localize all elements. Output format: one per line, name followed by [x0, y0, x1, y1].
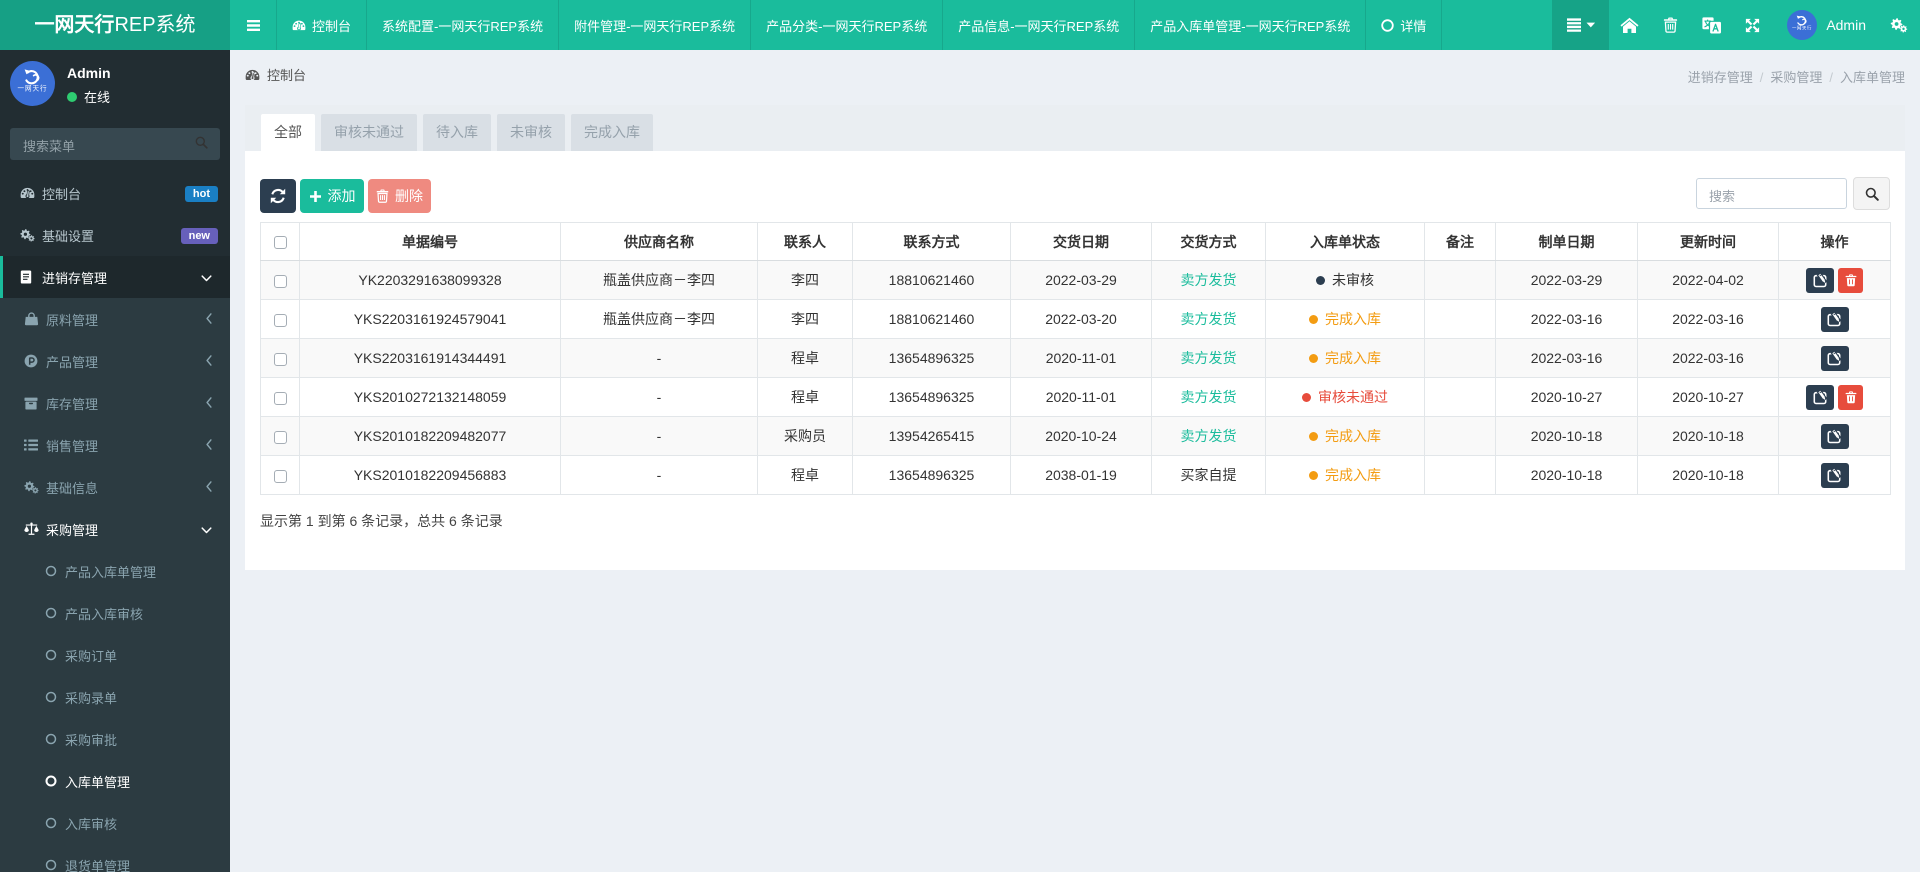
svg-text:一网天行: 一网天行 [1792, 25, 1812, 32]
svg-text:一网天行: 一网天行 [18, 84, 48, 93]
